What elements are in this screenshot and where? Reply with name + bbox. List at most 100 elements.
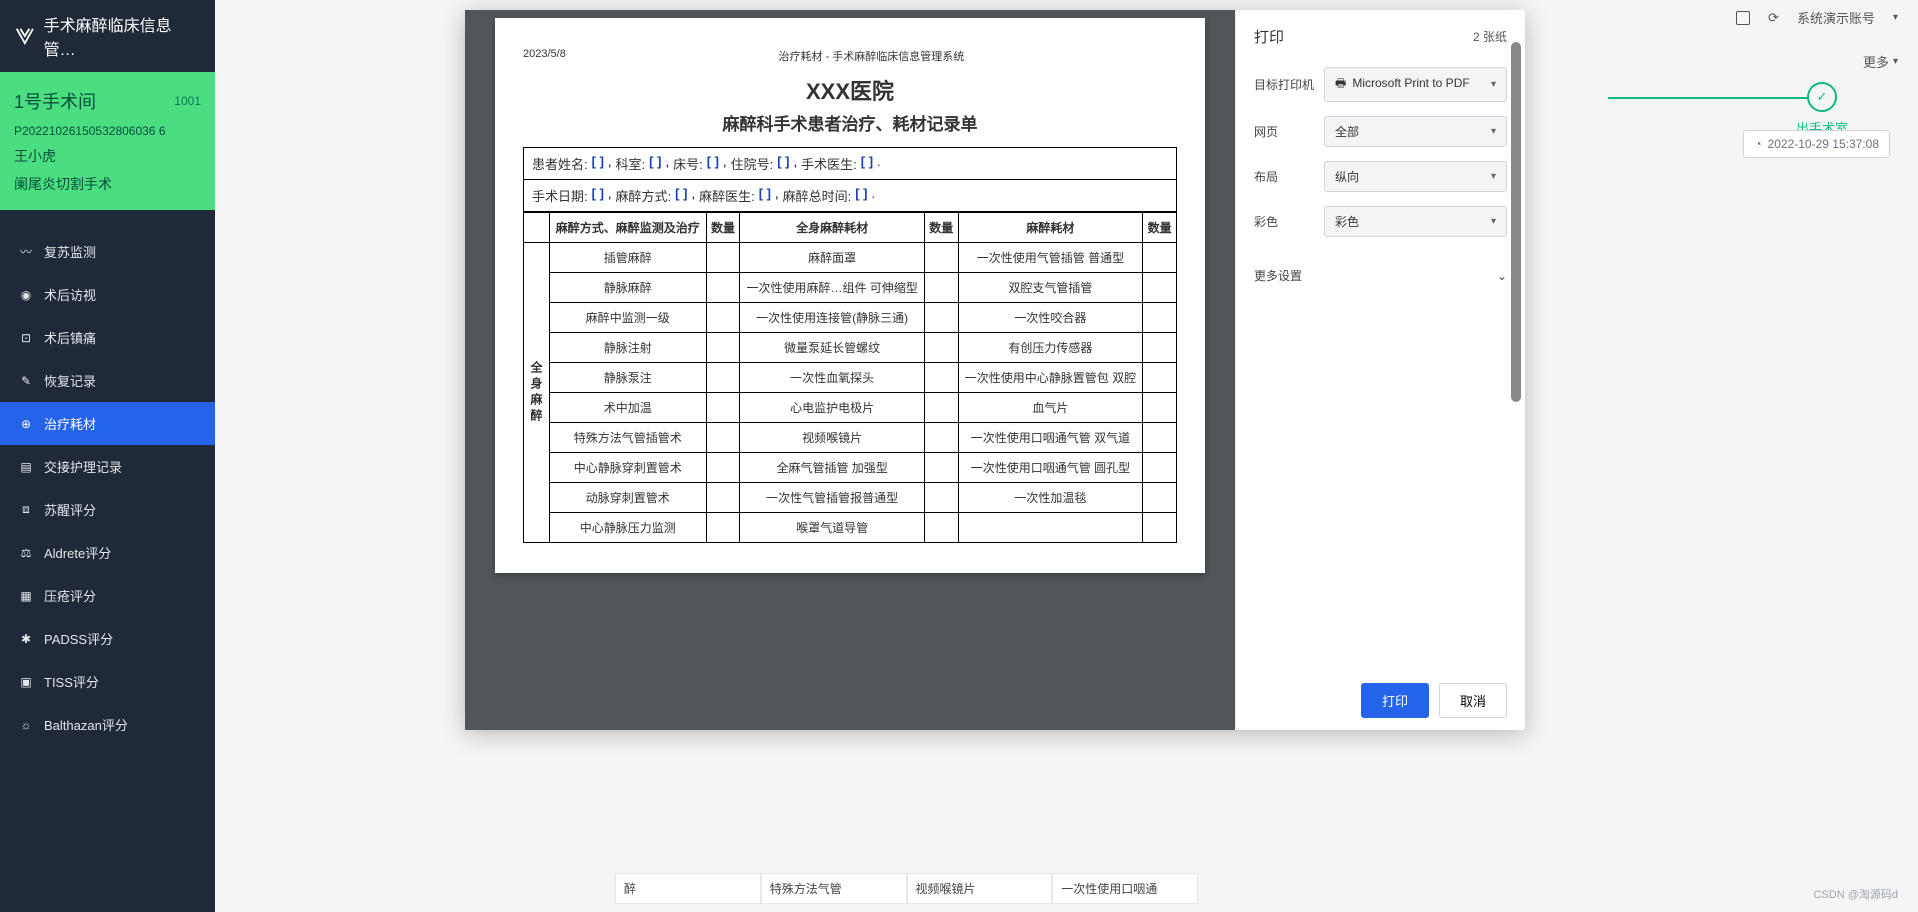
room-name: 1号手术间	[14, 88, 96, 114]
top-bar: ⟳ 系统演示账号 ▾	[1716, 0, 1918, 35]
table-row: 术中加温心电监护电极片血气片	[524, 393, 1177, 423]
fullscreen-icon[interactable]	[1736, 11, 1750, 25]
table-row: 麻醉中监测一级一次性使用连接管(静脉三通)一次性咬合器	[524, 303, 1177, 333]
nav-label: 治疗耗材	[44, 414, 96, 433]
table-row: 静脉麻醉一次性使用麻醉…组件 可伸缩型双腔支气管插管	[524, 273, 1177, 303]
sidebar-item-4[interactable]: ⊕ 治疗耗材	[0, 402, 215, 445]
sidebar-item-6[interactable]: ⧈ 苏醒评分	[0, 488, 215, 531]
nav-icon: ✱	[18, 631, 34, 647]
nav-label: 术后访视	[44, 285, 96, 304]
logo-icon	[14, 25, 36, 47]
nav-label: Balthazan评分	[44, 715, 128, 734]
setting-row-3: 彩色彩色▾	[1254, 206, 1507, 237]
preview-page: 2023/5/8 治疗耗材 - 手术麻醉临床信息管理系统 XXX医院 麻醉科手术…	[495, 18, 1205, 573]
step-node: ✓ 出手术室	[1796, 82, 1848, 137]
sidebar-item-1[interactable]: ◉ 术后访视	[0, 273, 215, 316]
chevron-down-icon: ▾	[1491, 126, 1496, 137]
app-logo: 手术麻醉临床信息管…	[0, 0, 215, 72]
printer-icon: 🖶	[1335, 76, 1346, 90]
app-title: 手术麻醉临床信息管…	[44, 12, 201, 60]
chevron-down-icon: ⌄	[1497, 269, 1507, 283]
nav-label: PADSS评分	[44, 629, 113, 648]
table-row: 中心静脉压力监测喉罩气道导管	[524, 513, 1177, 543]
print-button[interactable]: 打印	[1361, 683, 1429, 718]
setting-select[interactable]: 🖶Microsoft Print to PDF▾	[1324, 67, 1507, 102]
table-row: 动脉穿刺置管术一次性气管插管报普通型一次性加温毯	[524, 483, 1177, 513]
sidebar-item-0[interactable]: 〰复苏监测	[0, 230, 215, 273]
main-area: ⟳ 系统演示账号 ▾ 更多▾ ✓ 出手术室 ◔ 2022-10-29 15:37…	[215, 0, 1918, 912]
nav-label: 交接护理记录	[44, 457, 122, 476]
setting-label: 网页	[1254, 123, 1324, 140]
chevron-down-icon: ▾	[1491, 171, 1496, 182]
info-row-1: 患者姓名: [ ], 科室: [ ], 床号: [ ], 住院号: [ ], 手…	[523, 147, 1177, 180]
sidebar-item-2[interactable]: ⊡ 术后镇痛	[0, 316, 215, 359]
patient-name: 王小虎	[14, 142, 201, 170]
sidebar-item-11[interactable]: ☼ Balthazan评分	[0, 703, 215, 746]
nav-icon: ☼	[18, 717, 34, 733]
table-row: 静脉注射微量泵延长管螺纹有创压力传感器	[524, 333, 1177, 363]
background-table-row: 醉特殊方法气管视频喉镜片一次性使用口咽通	[215, 873, 1598, 904]
nav-menu: 〰复苏监测 ◉ 术后访视 ⊡ 术后镇痛 ✎恢复记录 ⊕ 治疗耗材 ▤交接护理记录 ⧈ 苏醒评分 ⚖ Al…	[0, 210, 215, 912]
nav-icon: ◉	[18, 287, 34, 303]
print-settings-header: 打印 2 张纸	[1254, 26, 1507, 47]
sidebar-item-7[interactable]: ⚖ Aldrete评分	[0, 531, 215, 574]
check-icon: ✓	[1807, 82, 1837, 112]
chevron-down-icon: ▾	[1491, 79, 1496, 90]
table-row: 静脉泵注一次性血氧探头一次性使用中心静脉置管包 双腔	[524, 363, 1177, 393]
account-label[interactable]: 系统演示账号	[1797, 8, 1875, 27]
nav-label: 压疮评分	[44, 586, 96, 605]
account-chevron-icon[interactable]: ▾	[1893, 12, 1898, 23]
dialog-footer: 打印 取消	[1254, 671, 1507, 718]
nav-icon: ▣	[18, 674, 34, 690]
document-title: 麻醉科手术患者治疗、耗材记录单	[523, 110, 1177, 135]
nav-label: 术后镇痛	[44, 328, 96, 347]
setting-row-1: 网页全部▾	[1254, 116, 1507, 147]
sidebar: 手术麻醉临床信息管… 1号手术间 1001 P20221026150532806…	[0, 0, 215, 912]
nav-icon: ⊡	[18, 330, 34, 346]
setting-label: 彩色	[1254, 213, 1324, 230]
nav-icon: 〰	[18, 244, 34, 260]
sidebar-item-3[interactable]: ✎恢复记录	[0, 359, 215, 402]
setting-select[interactable]: 纵向▾	[1324, 161, 1507, 192]
setting-select[interactable]: 全部▾	[1324, 116, 1507, 147]
setting-label: 布局	[1254, 168, 1324, 185]
print-preview[interactable]: 2023/5/8 治疗耗材 - 手术麻醉临床信息管理系统 XXX医院 麻醉科手术…	[465, 10, 1235, 730]
sidebar-item-9[interactable]: ✱ PADSS评分	[0, 617, 215, 660]
page-date: 2023/5/8	[523, 48, 566, 64]
table-row: 中心静脉穿刺置管术全麻气管插管 加强型一次性使用口咽通气管 圆孔型	[524, 453, 1177, 483]
nav-label: Aldrete评分	[44, 543, 111, 562]
nav-icon: ▦	[18, 588, 34, 604]
nav-icon: ⧈	[18, 502, 34, 518]
table-row: 全身麻醉插管麻醉麻醉面罩一次性使用气管插管 普通型	[524, 243, 1177, 273]
nav-icon: ✎	[18, 373, 34, 389]
step-line	[1608, 97, 1808, 99]
nav-label: 苏醒评分	[44, 500, 96, 519]
page-header-title: 治疗耗材 - 手术麻醉临床信息管理系统	[779, 48, 965, 64]
patient-id: P20221026150532806036 6	[14, 120, 201, 142]
info-row-2: 手术日期: [ ], 麻醉方式: [ ], 麻醉医生: [ ], 麻醉总时间: …	[523, 180, 1177, 212]
print-dialog: 2023/5/8 治疗耗材 - 手术麻醉临床信息管理系统 XXX医院 麻醉科手术…	[465, 10, 1525, 730]
nav-label: 复苏监测	[44, 242, 96, 261]
timestamp-field[interactable]: ◔ 2022-10-29 15:37:08	[1743, 130, 1890, 158]
setting-select[interactable]: 彩色▾	[1324, 206, 1507, 237]
nav-icon: ⚖	[18, 545, 34, 561]
table-header-row: 麻醉方式、麻醉监测及治疗数量全身麻醉耗材数量麻醉耗材数量	[524, 213, 1177, 243]
nav-label: TISS评分	[44, 672, 99, 691]
more-settings-toggle[interactable]: 更多设置 ⌄	[1254, 257, 1507, 294]
cancel-button[interactable]: 取消	[1439, 683, 1507, 718]
refresh-icon[interactable]: ⟳	[1768, 10, 1779, 26]
table-row: 特殊方法气管插管术视频喉镜片一次性使用口咽通气管 双气道	[524, 423, 1177, 453]
more-button[interactable]: 更多▾	[1863, 52, 1898, 71]
setting-row-2: 布局纵向▾	[1254, 161, 1507, 192]
room-panel: 1号手术间 1001 P20221026150532806036 6 王小虎 阑…	[0, 72, 215, 210]
sidebar-item-5[interactable]: ▤交接护理记录	[0, 445, 215, 488]
clock-icon: ◔	[1754, 137, 1761, 151]
sidebar-item-8[interactable]: ▦ 压疮评分	[0, 574, 215, 617]
print-title: 打印	[1254, 26, 1284, 47]
setting-label: 目标打印机	[1254, 76, 1324, 93]
materials-table: 麻醉方式、麻醉监测及治疗数量全身麻醉耗材数量麻醉耗材数量 全身麻醉插管麻醉麻醉面…	[523, 212, 1177, 543]
room-number: 1001	[174, 94, 201, 108]
print-settings-pane: 打印 2 张纸 目标打印机🖶Microsoft Print to PDF▾ 网页全…	[1235, 10, 1525, 730]
sidebar-item-10[interactable]: ▣ TISS评分	[0, 660, 215, 703]
nav-icon: ⊕	[18, 416, 34, 432]
